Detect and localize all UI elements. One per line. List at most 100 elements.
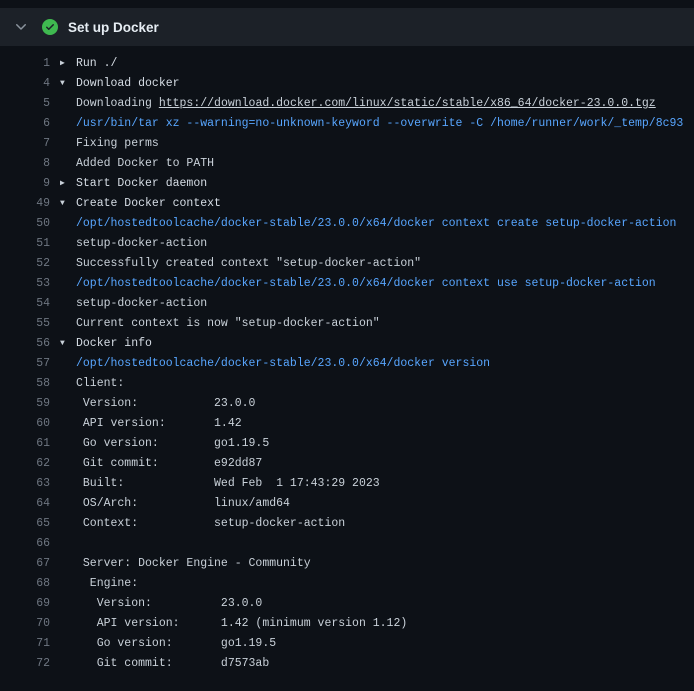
log-line: 63 Built: Wed Feb 1 17:43:29 2023 [0,474,694,494]
log-line: 64 OS/Arch: linux/amd64 [0,494,694,514]
line-number[interactable]: 63 [0,474,50,494]
log-group-header[interactable]: 9 ▶ Start Docker daemon [0,174,694,194]
line-number[interactable]: 64 [0,494,50,514]
line-number[interactable]: 54 [0,294,50,314]
step-header[interactable]: Set up Docker [0,8,694,46]
line-number[interactable]: 61 [0,434,50,454]
group-expanded-icon[interactable]: ▼ [60,74,76,94]
line-number[interactable]: 56 [0,334,50,354]
log-viewer: 1 ▶ Run ./ 4 ▼ Download docker 5 Downloa… [0,46,694,674]
log-text: Added Docker to PATH [76,154,214,174]
log-line: 70 API version: 1.42 (minimum version 1.… [0,614,694,634]
log-text: Git commit: e92dd87 [76,454,262,474]
log-line: 61 Go version: go1.19.5 [0,434,694,454]
log-text: Downloading https://download.docker.com/… [76,94,656,114]
log-text: Go version: go1.19.5 [76,434,269,454]
chevron-down-icon[interactable] [13,19,29,35]
line-number[interactable]: 60 [0,414,50,434]
log-text: OS/Arch: linux/amd64 [76,494,290,514]
log-text: /usr/bin/tar xz --warning=no-unknown-key… [76,114,683,134]
log-group-header[interactable]: 49 ▼ Create Docker context [0,194,694,214]
log-group-header[interactable]: 1 ▶ Run ./ [0,54,694,74]
log-line: 66 [0,534,694,554]
log-line: 68 Engine: [0,574,694,594]
line-number[interactable]: 51 [0,234,50,254]
line-number[interactable]: 66 [0,534,50,554]
group-expanded-icon[interactable]: ▼ [60,194,76,214]
log-line: 71 Go version: go1.19.5 [0,634,694,654]
log-group-header[interactable]: 4 ▼ Download docker [0,74,694,94]
line-number[interactable]: 69 [0,594,50,614]
log-line: 7 Fixing perms [0,134,694,154]
line-number[interactable]: 49 [0,194,50,214]
log-text: API version: 1.42 [76,414,242,434]
log-line: 52 Successfully created context "setup-d… [0,254,694,274]
line-number[interactable]: 65 [0,514,50,534]
group-collapsed-icon[interactable]: ▶ [60,54,76,74]
line-number[interactable]: 5 [0,94,50,114]
line-number[interactable]: 67 [0,554,50,574]
line-number[interactable]: 71 [0,634,50,654]
log-text: API version: 1.42 (minimum version 1.12) [76,614,407,634]
log-line: 51 setup-docker-action [0,234,694,254]
log-line: 59 Version: 23.0.0 [0,394,694,414]
line-number[interactable]: 70 [0,614,50,634]
line-number[interactable]: 72 [0,654,50,674]
line-number[interactable]: 9 [0,174,50,194]
log-text: Run ./ [76,54,117,74]
log-url-link[interactable]: https://download.docker.com/linux/static… [159,97,656,110]
log-line: 6 /usr/bin/tar xz --warning=no-unknown-k… [0,114,694,134]
log-text: Fixing perms [76,134,159,154]
log-text: setup-docker-action [76,294,207,314]
log-line: 62 Git commit: e92dd87 [0,454,694,474]
line-number[interactable]: 50 [0,214,50,234]
log-text: Docker info [76,334,152,354]
log-line: 65 Context: setup-docker-action [0,514,694,534]
log-text: setup-docker-action [76,234,207,254]
log-text: Version: 23.0.0 [76,594,262,614]
line-number[interactable]: 8 [0,154,50,174]
log-text: /opt/hostedtoolcache/docker-stable/23.0.… [76,214,676,234]
log-text: Go version: go1.19.5 [76,634,276,654]
line-number[interactable]: 68 [0,574,50,594]
log-line: 69 Version: 23.0.0 [0,594,694,614]
log-line: 57 /opt/hostedtoolcache/docker-stable/23… [0,354,694,374]
group-expanded-icon[interactable]: ▼ [60,334,76,354]
log-text: Start Docker daemon [76,174,207,194]
line-number[interactable]: 7 [0,134,50,154]
log-text: Server: Docker Engine - Community [76,554,311,574]
line-number[interactable]: 53 [0,274,50,294]
line-number[interactable]: 58 [0,374,50,394]
log-line: 72 Git commit: d7573ab [0,654,694,674]
line-number[interactable]: 57 [0,354,50,374]
step-title: Set up Docker [68,20,159,35]
log-text: Engine: [76,574,138,594]
log-text: Current context is now "setup-docker-act… [76,314,380,334]
log-line: 60 API version: 1.42 [0,414,694,434]
log-text: /opt/hostedtoolcache/docker-stable/23.0.… [76,274,656,294]
line-number[interactable]: 55 [0,314,50,334]
line-number[interactable]: 59 [0,394,50,414]
log-line: 5 Downloading https://download.docker.co… [0,94,694,114]
log-text: Context: setup-docker-action [76,514,345,534]
log-text: Successfully created context "setup-dock… [76,254,421,274]
log-text: Downloading [76,97,159,110]
log-text: Version: 23.0.0 [76,394,255,414]
log-text: /opt/hostedtoolcache/docker-stable/23.0.… [76,354,490,374]
log-text: Download docker [76,74,180,94]
line-number[interactable]: 62 [0,454,50,474]
log-line: 55 Current context is now "setup-docker-… [0,314,694,334]
log-text: Client: [76,374,124,394]
log-line: 58 Client: [0,374,694,394]
log-line: 50 /opt/hostedtoolcache/docker-stable/23… [0,214,694,234]
log-line: 8 Added Docker to PATH [0,154,694,174]
log-line: 67 Server: Docker Engine - Community [0,554,694,574]
log-group-header[interactable]: 56 ▼ Docker info [0,334,694,354]
line-number[interactable]: 6 [0,114,50,134]
line-number[interactable]: 1 [0,54,50,74]
line-number[interactable]: 4 [0,74,50,94]
line-number[interactable]: 52 [0,254,50,274]
group-collapsed-icon[interactable]: ▶ [60,174,76,194]
log-text: Create Docker context [76,194,221,214]
log-text: Git commit: d7573ab [76,654,269,674]
